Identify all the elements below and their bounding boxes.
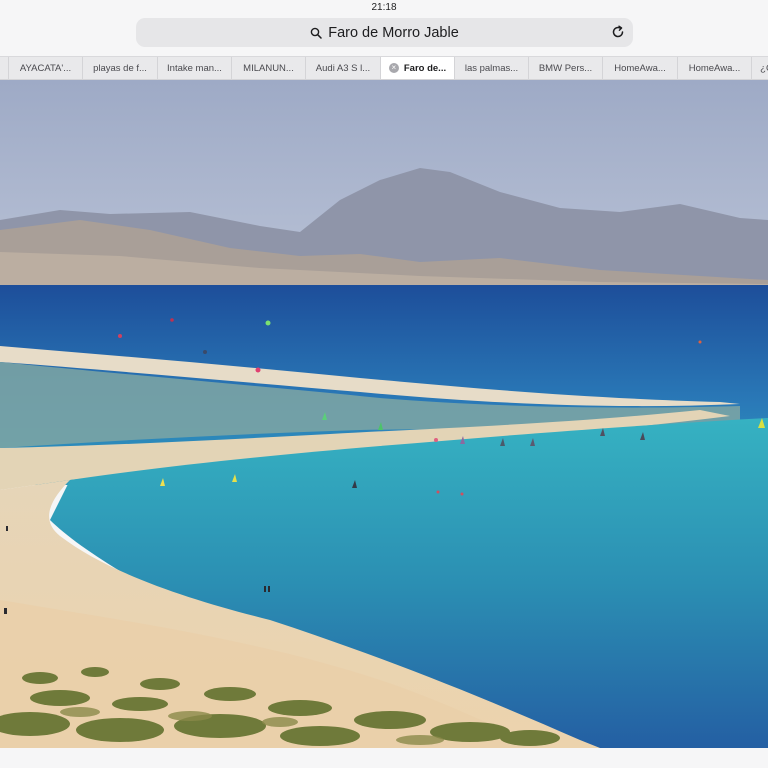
tab-homeaway-1[interactable]: HomeAwa... <box>603 57 678 79</box>
address-text: Faro de Morro Jable <box>328 24 459 41</box>
tab-label: Intake man... <box>167 62 222 74</box>
tab-homeaway-2[interactable]: HomeAwa... <box>678 57 752 79</box>
status-bar-time: 21:18 <box>371 2 397 13</box>
tab-label: HomeAwa... <box>688 62 741 74</box>
tab-label: Faro de... <box>403 62 447 74</box>
tab-faro-active[interactable]: × Faro de... <box>381 57 455 79</box>
tab-label: ¿C <box>760 62 768 74</box>
tab-partial-right[interactable]: ¿C <box>752 57 768 79</box>
tab-label: MILANUN... <box>243 62 294 74</box>
tab-label: las palmas... <box>464 62 519 74</box>
tab-playas[interactable]: playas de f... <box>83 57 158 79</box>
tab-label: playas de f... <box>93 62 147 74</box>
tab-intake[interactable]: Intake man... <box>158 57 232 79</box>
close-icon[interactable]: × <box>388 63 399 73</box>
reload-icon[interactable] <box>611 25 625 39</box>
tab-strip: AYACATA'... playas de f... Intake man...… <box>0 56 768 80</box>
address-bar[interactable]: Faro de Morro Jable <box>136 18 633 47</box>
bottom-toolbar <box>0 748 768 768</box>
tab-bmw[interactable]: BMW Pers... <box>529 57 603 79</box>
tab-las-palmas[interactable]: las palmas... <box>455 57 529 79</box>
tab-ayacata[interactable]: AYACATA'... <box>9 57 83 79</box>
tab-partial-left[interactable] <box>0 57 9 79</box>
beach-photo[interactable] <box>0 80 768 748</box>
tab-label: AYACATA'... <box>19 62 72 74</box>
magnifier-icon <box>310 27 322 39</box>
tab-label: BMW Pers... <box>538 62 593 74</box>
beach-photo-illustration <box>0 80 768 748</box>
tab-milanun[interactable]: MILANUN... <box>232 57 306 79</box>
tab-label: HomeAwa... <box>614 62 666 74</box>
tab-audi[interactable]: Audi A3 S l... <box>306 57 381 79</box>
tab-label: Audi A3 S l... <box>315 62 371 74</box>
